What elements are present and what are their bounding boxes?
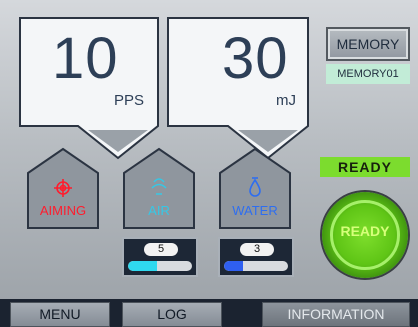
memory-button[interactable]: MEMORY — [326, 27, 410, 61]
pulse-rate-unit: PPS — [114, 92, 145, 109]
air-level-control[interactable]: 5 — [122, 237, 198, 277]
air-level-bar — [128, 261, 192, 271]
ready-status-badge: READY — [320, 157, 410, 177]
laser-control-screen: 10 PPS 30 mJ MEMORY MEMORY01 READY AIMIN… — [0, 0, 418, 327]
air-label: AIR — [148, 203, 170, 218]
air-level-fill — [128, 261, 157, 271]
water-button[interactable]: WATER — [220, 150, 290, 228]
ready-button[interactable]: READY — [322, 192, 408, 278]
pulse-rate-value[interactable]: 10 — [52, 30, 119, 88]
aiming-label: AIMING — [39, 203, 87, 218]
air-level-value: 5 — [144, 243, 178, 256]
water-level-fill — [224, 261, 244, 271]
water-label: WATER — [232, 203, 278, 218]
ready-button-label: READY — [340, 223, 390, 239]
aiming-button[interactable]: AIMING — [28, 150, 98, 228]
water-level-control[interactable]: 3 — [218, 237, 294, 277]
water-level-bar — [224, 261, 288, 271]
water-level-value: 3 — [240, 243, 274, 256]
log-tab[interactable]: LOG — [122, 302, 222, 327]
menu-tab[interactable]: MENU — [10, 302, 110, 327]
memory-current-label: MEMORY01 — [326, 64, 410, 84]
information-tab[interactable]: INFORMATION — [262, 302, 410, 327]
energy-unit: mJ — [276, 92, 296, 109]
energy-value[interactable]: 30 — [222, 30, 289, 88]
air-button[interactable]: AIR — [124, 150, 194, 228]
